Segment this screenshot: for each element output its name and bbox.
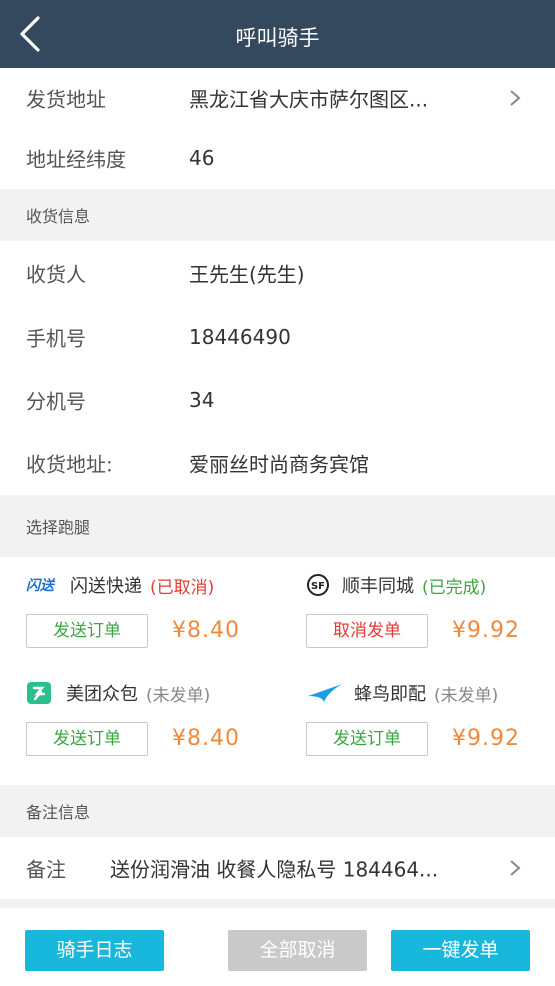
rider-status: (已完成)	[422, 577, 487, 598]
coords-value: 46	[189, 146, 215, 170]
chevron-right-icon	[510, 89, 521, 106]
send-order-button[interactable]: 发送订单	[306, 722, 428, 756]
rider-option-sf: SF 顺丰同城 (已完成) 取消发单 ¥9.92	[306, 570, 555, 670]
receiver-ext-label: 分机号	[26, 389, 86, 413]
rider-options-panel: 闪送 闪送快递 (已取消) 发送订单 ¥8.40 SF 顺丰同城 (已完成) 取…	[0, 557, 555, 785]
bottom-action-bar: 骑手日志 全部取消 一键发单	[0, 908, 555, 986]
rider-status: (已取消)	[150, 577, 215, 598]
meituan-logo-icon	[26, 681, 60, 705]
sf-logo-icon: SF	[306, 573, 336, 597]
dispatch-all-button[interactable]: 一键发单	[391, 930, 530, 971]
riders-section-title: 选择跑腿	[26, 518, 91, 537]
rider-price: ¥9.92	[452, 618, 520, 643]
receiver-section-title: 收货信息	[26, 207, 91, 226]
sender-address-row[interactable]: 发货地址 黑龙江省大庆市萨尔图区...	[0, 68, 555, 127]
fengniao-logo-icon	[306, 681, 348, 705]
receiver-phone-row: 手机号 18446490	[0, 305, 555, 368]
notes-label: 备注	[26, 857, 66, 882]
receiver-phone-label: 手机号	[26, 326, 86, 350]
notes-section-title: 备注信息	[26, 803, 91, 822]
receiver-name-label: 收货人	[26, 262, 86, 287]
send-order-button[interactable]: 发送订单	[26, 614, 148, 648]
svg-text:闪送: 闪送	[26, 577, 56, 594]
riders-section-header: 选择跑腿	[0, 495, 555, 557]
coords-label: 地址经纬度	[26, 147, 126, 172]
receiver-address-value: 爱丽丝时尚商务宾馆	[189, 452, 369, 477]
receiver-name-value: 王先生(先生)	[189, 262, 305, 287]
rider-option-meituan: 美团众包 (未发单) 发送订单 ¥8.40	[26, 678, 276, 778]
chevron-right-icon	[510, 860, 521, 876]
rider-price: ¥9.92	[452, 726, 520, 751]
receiver-ext-row: 分机号 34	[0, 368, 555, 431]
rider-price: ¥8.40	[172, 618, 240, 643]
rider-name: 闪送快递	[70, 576, 142, 597]
rider-name: 美团众包	[66, 684, 138, 705]
receiver-phone-value: 18446490	[189, 324, 291, 349]
send-order-button[interactable]: 发送订单	[26, 722, 148, 756]
receiver-name-row: 收货人 王先生(先生)	[0, 241, 555, 305]
shansong-logo-icon: 闪送	[26, 573, 64, 597]
receiver-ext-value: 34	[189, 387, 215, 412]
sender-address-value: 黑龙江省大庆市萨尔图区...	[189, 87, 429, 111]
navigation-bar: 呼叫骑手	[0, 0, 555, 68]
cancel-order-button[interactable]: 取消发单	[306, 614, 428, 648]
rider-name: 蜂鸟即配	[354, 684, 426, 705]
notes-value: 送份润滑油 收餐人隐私号 184464...	[110, 857, 439, 882]
rider-option-fengniao: 蜂鸟即配 (未发单) 发送订单 ¥9.92	[306, 678, 555, 778]
rider-status: (未发单)	[146, 685, 211, 706]
notes-section-header: 备注信息	[0, 785, 555, 837]
coords-row: 地址经纬度 46	[0, 127, 555, 189]
rider-header: 闪送 闪送快递 (已取消)	[26, 570, 214, 600]
rider-header: SF 顺丰同城 (已完成)	[306, 570, 486, 600]
receiver-section-header: 收货信息	[0, 189, 555, 241]
rider-header: 蜂鸟即配 (未发单)	[306, 678, 498, 708]
page-title: 呼叫骑手	[235, 26, 320, 50]
rider-name: 顺丰同城	[342, 576, 414, 597]
cancel-all-button[interactable]: 全部取消	[228, 930, 367, 971]
receiver-address-row: 收货地址: 爱丽丝时尚商务宾馆	[0, 431, 555, 495]
rider-price: ¥8.40	[172, 726, 240, 751]
rider-option-shansong: 闪送 闪送快递 (已取消) 发送订单 ¥8.40	[26, 570, 276, 670]
receiver-address-label: 收货地址:	[26, 452, 113, 477]
rider-log-button[interactable]: 骑手日志	[25, 930, 164, 971]
rider-header: 美团众包 (未发单)	[26, 678, 210, 708]
rider-status: (未发单)	[434, 685, 499, 706]
notes-row[interactable]: 备注 送份润滑油 收餐人隐私号 184464...	[0, 837, 555, 899]
svg-text:SF: SF	[311, 581, 325, 592]
sender-address-label: 发货地址	[26, 87, 106, 111]
